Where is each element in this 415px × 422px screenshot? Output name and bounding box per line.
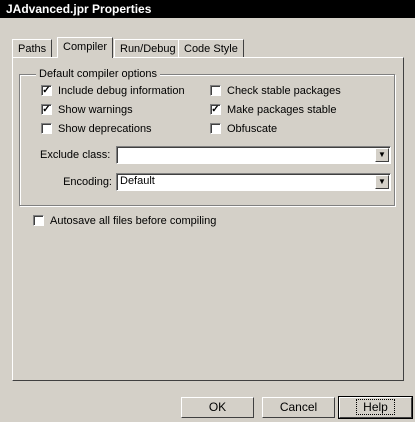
chevron-down-icon[interactable]: ▼ bbox=[375, 175, 389, 189]
group-title: Default compiler options bbox=[36, 67, 161, 81]
tab-code-style[interactable]: Code Style bbox=[178, 39, 244, 57]
encoding-label: Encoding: bbox=[63, 176, 112, 188]
encoding-combobox[interactable]: Default ▼ bbox=[116, 173, 391, 191]
encoding-value: Default bbox=[120, 175, 155, 187]
properties-dialog: JAdvanced.jpr Properties Paths Compiler … bbox=[0, 0, 415, 422]
help-button-label: Help bbox=[356, 399, 395, 415]
checkbox-box[interactable] bbox=[41, 123, 52, 134]
ok-button[interactable]: OK bbox=[181, 397, 254, 418]
checkbox-box[interactable] bbox=[210, 123, 221, 134]
chevron-down-icon[interactable]: ▼ bbox=[375, 148, 389, 162]
exclude-class-label: Exclude class: bbox=[40, 149, 111, 161]
show-warnings-label: Show warnings bbox=[58, 104, 133, 116]
tab-run-debug[interactable]: Run/Debug bbox=[114, 39, 182, 57]
autosave-label: Autosave all files before compiling bbox=[50, 215, 217, 227]
help-button[interactable]: Help bbox=[338, 396, 413, 419]
exclude-class-combobox[interactable]: ▼ bbox=[116, 146, 391, 164]
obfuscate-label: Obfuscate bbox=[227, 123, 278, 135]
dialog-title: JAdvanced.jpr Properties bbox=[0, 0, 415, 18]
checkbox-box[interactable] bbox=[33, 215, 44, 226]
checkbox-box[interactable]: ✓ bbox=[41, 104, 52, 115]
checkbox-box[interactable] bbox=[210, 85, 221, 96]
show-deprecations-label: Show deprecations bbox=[58, 123, 152, 135]
cancel-button[interactable]: Cancel bbox=[262, 397, 335, 418]
tab-paths[interactable]: Paths bbox=[12, 39, 53, 57]
make-packages-stable-label: Make packages stable bbox=[227, 104, 337, 116]
include-debug-label: Include debug information bbox=[58, 85, 185, 97]
checkbox-box[interactable]: ✓ bbox=[210, 104, 221, 115]
tab-compiler[interactable]: Compiler bbox=[57, 37, 114, 58]
checkbox-box[interactable]: ✓ bbox=[41, 85, 52, 96]
check-stable-packages-label: Check stable packages bbox=[227, 85, 341, 97]
